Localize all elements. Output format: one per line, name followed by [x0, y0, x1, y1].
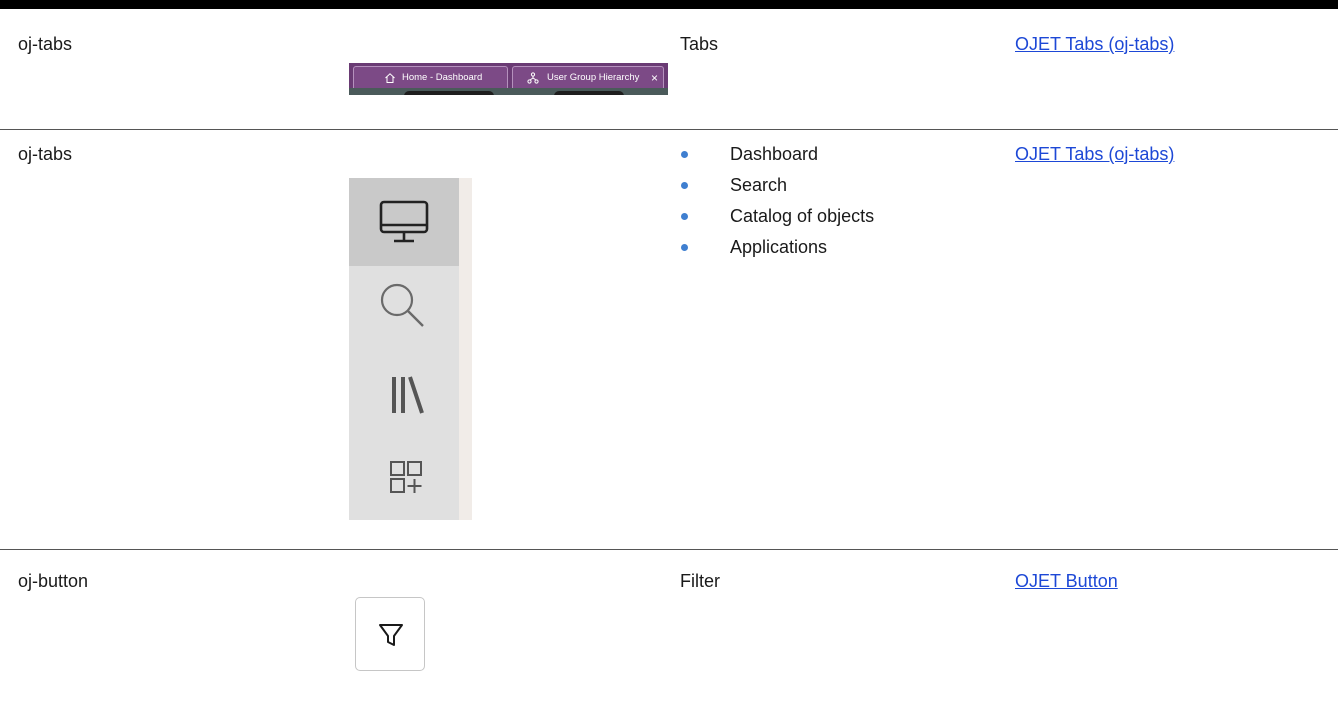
tab-home-label: Home - Dashboard	[402, 72, 483, 83]
row2-component-name: oj-tabs	[18, 144, 73, 164]
row3-doc-link[interactable]: OJET Button	[1015, 570, 1118, 592]
tab-home-dashboard: Home - Dashboard	[353, 66, 508, 88]
row1-doc-link[interactable]: OJET Tabs (oj-tabs)	[1015, 33, 1174, 55]
tab-user-group-hierarchy: User Group Hierarchy ×	[512, 66, 664, 88]
row3-description: Filter	[680, 571, 720, 591]
row1-component-name: oj-tabs	[18, 34, 73, 54]
row1-description: Tabs	[680, 34, 719, 54]
hierarchy-icon	[527, 72, 539, 84]
filter-button[interactable]	[355, 597, 425, 671]
library-icon	[392, 376, 424, 414]
table-header-bar	[0, 0, 1338, 9]
vertical-tabs-screenshot	[349, 178, 472, 520]
row-divider	[0, 549, 1338, 550]
close-icon: ×	[651, 71, 659, 85]
row2-doc-link[interactable]: OJET Tabs (oj-tabs)	[1015, 143, 1174, 165]
home-icon	[385, 73, 395, 83]
add-grid-icon	[390, 461, 422, 493]
search-icon	[380, 283, 424, 327]
tab-hierarchy-label: User Group Hierarchy	[547, 72, 640, 83]
row-divider	[0, 129, 1338, 130]
monitor-icon	[379, 200, 429, 243]
filter-icon	[379, 624, 403, 646]
tabs-screenshot: Home - Dashboard User Group Hierarchy ×	[349, 63, 668, 95]
row3-component-name: oj-button	[18, 571, 89, 591]
